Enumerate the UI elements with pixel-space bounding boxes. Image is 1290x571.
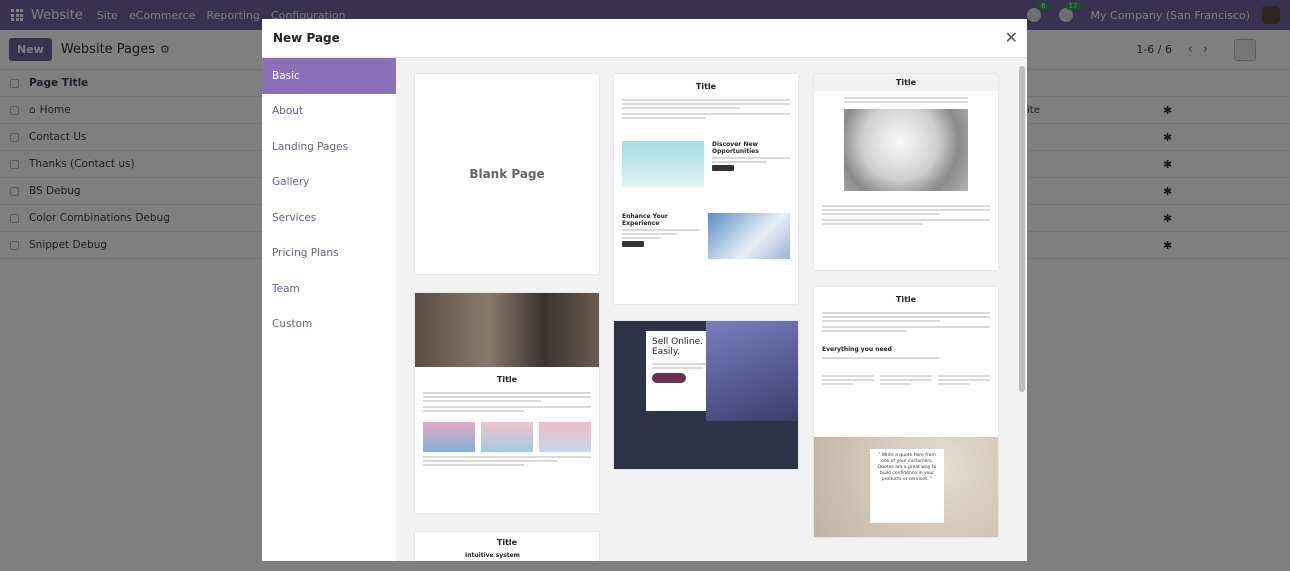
contact-button — [652, 373, 686, 383]
category-about[interactable]: About — [262, 94, 396, 130]
template-title: Title — [814, 74, 998, 91]
text-lines — [822, 312, 990, 332]
template-title-features[interactable]: Title Everything you need " Write a quot… — [814, 287, 998, 537]
text-lines — [822, 205, 990, 225]
category-basic[interactable]: Basic — [262, 58, 396, 94]
category-gallery[interactable]: Gallery — [262, 165, 396, 201]
enhance-heading: Enhance Your Experience — [622, 213, 668, 227]
features-row — [814, 373, 998, 387]
category-pricing-plans[interactable]: Pricing Plans — [262, 236, 396, 272]
text-lines — [844, 97, 968, 103]
text-lines — [622, 99, 790, 119]
discover-text — [712, 157, 790, 163]
enhance-block: Enhance Your Experience — [614, 213, 798, 259]
feature-text — [423, 456, 591, 466]
template-intuitive[interactable]: Title Intuitive system — [415, 532, 599, 561]
template-sell-online[interactable]: Sell Online. Easily. — [614, 321, 798, 469]
enhance-text — [622, 229, 700, 239]
feature-col — [822, 373, 874, 387]
hero-image — [844, 109, 968, 191]
template-title: Title — [695, 82, 717, 91]
hero-image — [415, 293, 599, 367]
content-scrollbar[interactable] — [1019, 66, 1025, 553]
everything-text — [822, 357, 990, 359]
feature-image — [539, 422, 591, 452]
category-team[interactable]: Team — [262, 271, 396, 307]
scrollbar-thumb[interactable] — [1019, 66, 1025, 392]
quote-box: " Write a quote here from one of your cu… — [870, 449, 944, 523]
learn-more-button — [712, 165, 734, 171]
template-blank[interactable]: Blank Page — [415, 74, 599, 274]
discover-image — [622, 141, 704, 187]
feature-image — [423, 422, 475, 452]
everything-heading: Everything you need — [822, 346, 892, 353]
feature-col — [880, 373, 932, 387]
category-landing-pages[interactable]: Landing Pages — [262, 129, 396, 165]
template-gallery-title[interactable]: Title — [415, 293, 599, 513]
text-lines — [423, 392, 591, 412]
category-services[interactable]: Services — [262, 200, 396, 236]
template-title: Title — [895, 295, 917, 304]
feature-image — [481, 422, 533, 452]
blank-page-label: Blank Page — [469, 167, 545, 181]
template-title-discover[interactable]: Title Discover New Opportunities Enhance… — [614, 74, 798, 304]
template-title: Title — [496, 375, 518, 384]
discover-heading: Discover New Opportunities — [712, 141, 759, 155]
template-grid: Blank Page Title Title Intuitive system … — [396, 58, 1027, 561]
sell-graphic — [706, 321, 798, 421]
quote-section: " Write a quote here from one of your cu… — [814, 437, 998, 537]
close-icon[interactable]: ✕ — [1005, 30, 1018, 46]
new-page-dialog: New Page ✕ Basic About Landing Pages Gal… — [262, 19, 1027, 561]
template-title: Title — [496, 538, 518, 547]
dialog-header: New Page ✕ — [262, 19, 1027, 58]
learn-more-button — [622, 241, 644, 247]
discover-block: Discover New Opportunities — [614, 141, 798, 187]
enhance-image — [708, 213, 790, 259]
feature-images — [415, 422, 599, 452]
dialog-title: New Page — [273, 31, 340, 45]
template-title-sphere[interactable]: Title — [814, 74, 998, 270]
category-sidebar: Basic About Landing Pages Gallery Servic… — [262, 58, 396, 561]
quote-text: " Write a quote here from one of your cu… — [877, 453, 937, 482]
feature-col — [938, 373, 990, 387]
category-custom[interactable]: Custom — [262, 307, 396, 343]
intuitive-heading: Intuitive system — [465, 552, 520, 559]
